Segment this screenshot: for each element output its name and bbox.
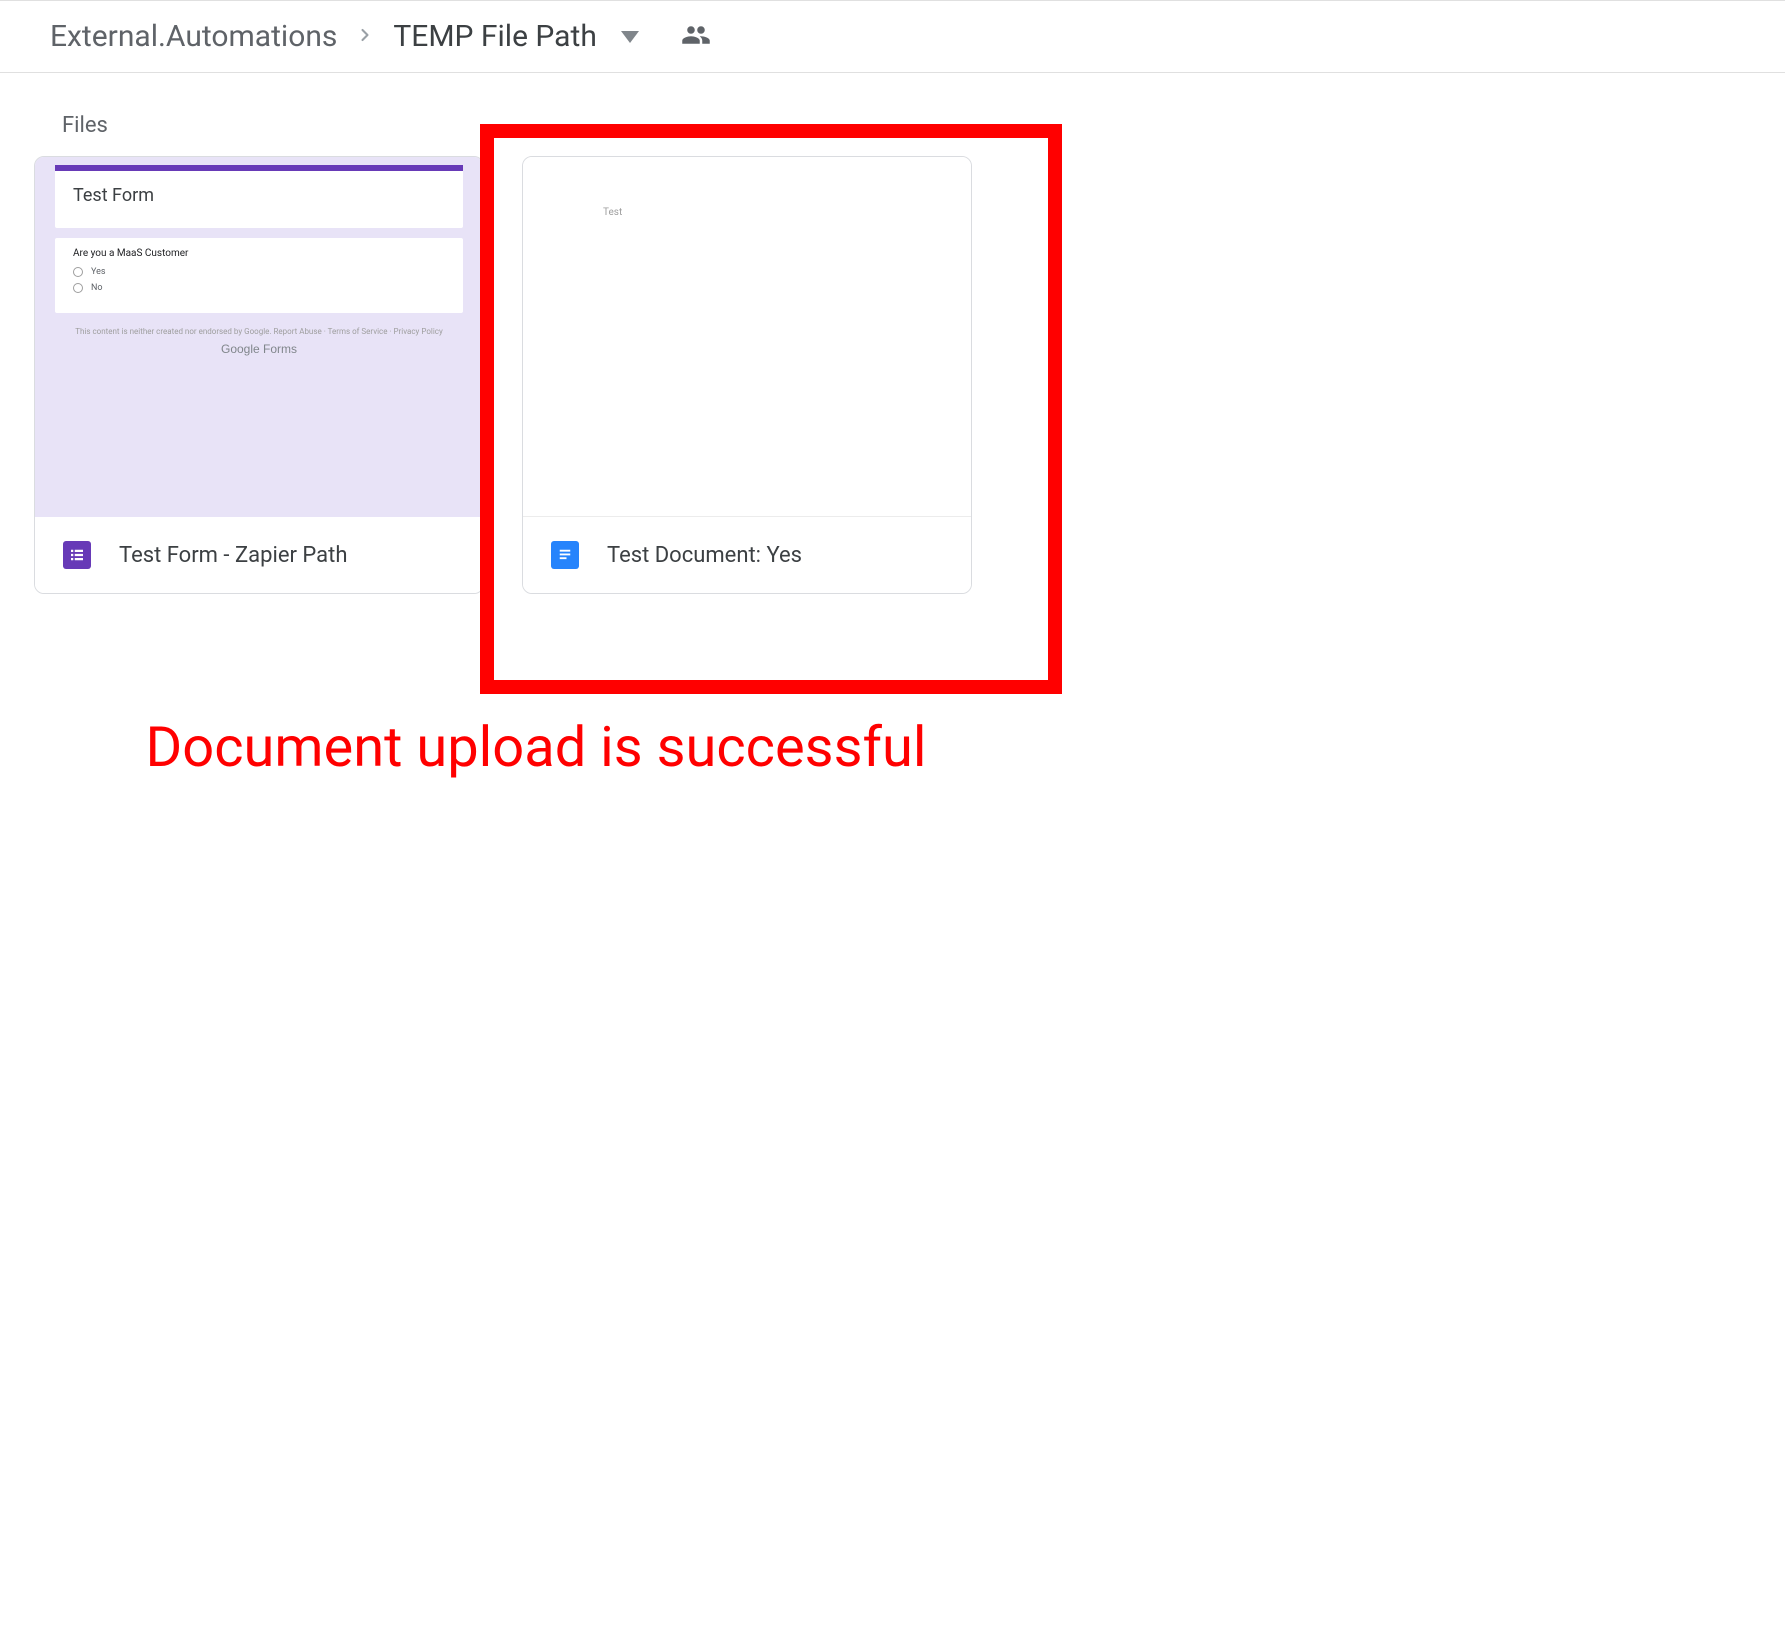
- radio-icon: [73, 283, 83, 293]
- breadcrumb-current[interactable]: TEMP File Path: [393, 19, 596, 54]
- file-thumbnail: Test: [523, 157, 971, 517]
- form-footer: This content is neither created nor endo…: [55, 327, 463, 356]
- google-forms-brand: Google Forms: [55, 342, 463, 356]
- doc-preview-text: Test: [603, 207, 622, 218]
- file-thumbnail: Test Form Are you a MaaS Customer Yes No…: [35, 157, 483, 517]
- file-name: Test Document: Yes: [607, 543, 802, 568]
- section-label-files: Files: [0, 73, 1785, 156]
- breadcrumb: External.Automations TEMP File Path: [0, 1, 1785, 73]
- forms-icon: [63, 541, 91, 569]
- form-footer-text: This content is neither created nor endo…: [55, 327, 463, 336]
- annotation-text: Document upload is successful: [66, 714, 1006, 781]
- file-name: Test Form - Zapier Path: [119, 543, 347, 568]
- folder-dropdown-icon[interactable]: [621, 31, 639, 43]
- shared-icon[interactable]: [681, 20, 711, 54]
- form-preview: Test Form Are you a MaaS Customer Yes No…: [55, 165, 463, 356]
- form-option: Yes: [73, 267, 445, 277]
- file-card-footer: Test Form - Zapier Path: [35, 517, 483, 593]
- file-card-footer: Test Document: Yes: [523, 517, 971, 593]
- chevron-right-icon: [355, 22, 375, 52]
- breadcrumb-parent[interactable]: External.Automations: [50, 19, 337, 54]
- form-question-box: Are you a MaaS Customer Yes No: [55, 238, 463, 313]
- form-question: Are you a MaaS Customer: [73, 248, 445, 259]
- docs-icon: [551, 541, 579, 569]
- file-card-doc[interactable]: Test Test Document: Yes: [522, 156, 972, 594]
- option-label: No: [91, 283, 103, 293]
- file-card-form[interactable]: Test Form Are you a MaaS Customer Yes No…: [34, 156, 484, 594]
- form-option: No: [73, 283, 445, 293]
- option-label: Yes: [91, 267, 106, 277]
- radio-icon: [73, 267, 83, 277]
- files-row: Test Form Are you a MaaS Customer Yes No…: [0, 156, 1785, 594]
- form-title: Test Form: [55, 171, 463, 228]
